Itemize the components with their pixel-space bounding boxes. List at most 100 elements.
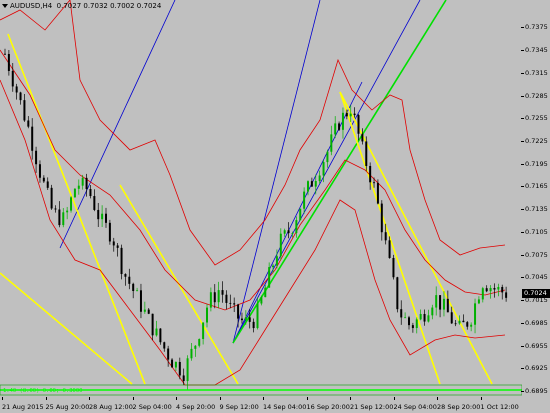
fan-line-2[interactable] [232,0,321,344]
candle-bull [256,303,259,329]
candle-bull [136,290,139,292]
candle-bull [291,233,294,234]
candle-bear [411,325,414,329]
candle-bull [404,317,407,319]
candle-bear [182,375,185,382]
yellow-line-1[interactable] [7,33,146,385]
fan-line-3[interactable] [232,0,421,344]
price-tick: 0.6955 [521,341,548,350]
time-tick: 24 Sep 04:00 [393,397,437,411]
candle-bull [341,112,344,130]
candle-bear [120,247,123,275]
trend-lines-yellow[interactable] [0,33,493,385]
candle-bear [85,177,88,190]
time-tick: 28 Aug 12:00 [89,397,133,411]
candle-bull [349,113,352,117]
candle-bear [108,222,111,242]
candlestick-series [4,48,508,390]
candle-bull [303,191,306,209]
candle-bear [132,283,135,292]
candle-bull [497,286,500,290]
candle-bear [233,303,236,305]
yellow-line-3[interactable] [0,272,133,385]
candle-bear [229,302,232,304]
candle-bear [373,182,376,184]
candle-bear [353,113,356,116]
candle-bull [318,175,321,182]
candle-bull [70,197,73,211]
candle-bear [252,321,255,329]
price-tick: 0.7105 [521,227,548,236]
candle-bull [73,188,76,198]
price-tick: 0.7075 [521,250,548,259]
current-price-label: 0.7024 [522,289,550,299]
time-tick: 21 Aug 2015 [2,397,44,411]
candle-bull [202,322,205,340]
candle-bull [431,307,434,316]
candle-bull [481,288,484,300]
candle-bear [112,241,115,246]
candle-bull [101,213,104,220]
candle-bull [299,208,302,221]
candle-bear [50,187,53,209]
candle-bull [419,313,422,320]
time-tick: 25 Aug 20:00 [45,397,90,411]
candle-bull [427,315,430,322]
candle-bear [93,196,96,210]
candle-bear [35,150,38,165]
candle-bull [264,287,267,298]
candle-bull [470,324,473,327]
price-tick: 0.7225 [521,136,548,145]
candle-bear [462,320,465,323]
band-upper [0,0,506,266]
candle-bear [365,141,368,166]
ohlc-readout: 0.7027 0.7032 0.7002 0.7024 [56,2,162,10]
symbol-label: AUDUSD,H4 [10,2,53,10]
candle-bear [167,348,170,360]
price-tick: 0.7345 [521,46,548,54]
candle-bear [237,304,240,319]
candle-bear [225,294,228,303]
time-axis[interactable]: 21 Aug 2015 25 Aug 20:00 28 Aug 12:00 2 Sep… [0,397,522,413]
price-axis[interactable]: 0.7375 0.7345 0.7315 0.7285 0.7255 0.7225 0.71… [521,0,550,413]
chart-header: AUDUSD,H4 0.7027 0.7032 0.7002 0.7024 [2,2,161,10]
price-tick: 0.7165 [521,182,548,191]
candle-bull [279,233,282,257]
candle-bear [450,312,453,324]
candle-bear [151,313,154,336]
candle-bear [240,318,243,321]
candle-bear [11,70,14,87]
price-tick: 0.7195 [521,159,548,168]
candle-bull [477,299,480,304]
candle-bull [81,177,84,186]
candle-bear [15,86,18,93]
candle-bull [326,151,329,163]
time-tick: 2 Sep 04:00 [132,397,172,411]
candle-bear [42,177,45,182]
candle-bear [493,288,496,290]
candle-bull [268,267,271,288]
chart-window[interactable]: AUDUSD,H4 0.7027 0.7032 0.7002 0.7024 0.… [0,0,550,413]
candle-bull [474,303,477,325]
candle-bull [77,185,80,189]
candle-bear [89,189,92,197]
yellow-line-4[interactable] [339,91,441,385]
candle-bear [213,292,216,303]
candle-bull [244,317,247,321]
price-tick: 0.7255 [521,114,548,123]
candle-bull [260,297,263,304]
candle-bear [116,245,119,248]
dropdown-arrow-icon[interactable] [2,4,8,8]
candle-bear [345,112,348,117]
plot-area[interactable] [0,0,522,397]
candle-bull [307,181,309,192]
candle-bear [27,120,30,127]
candle-bear [380,203,383,233]
time-tick: 16 Sep 20:00 [306,397,350,411]
candle-bull [174,361,177,368]
candle-bull [458,320,461,324]
candle-bull [66,210,69,213]
candle-bull [217,290,220,303]
candle-bear [46,181,49,188]
time-tick: 9 Sep 12:00 [219,397,259,411]
